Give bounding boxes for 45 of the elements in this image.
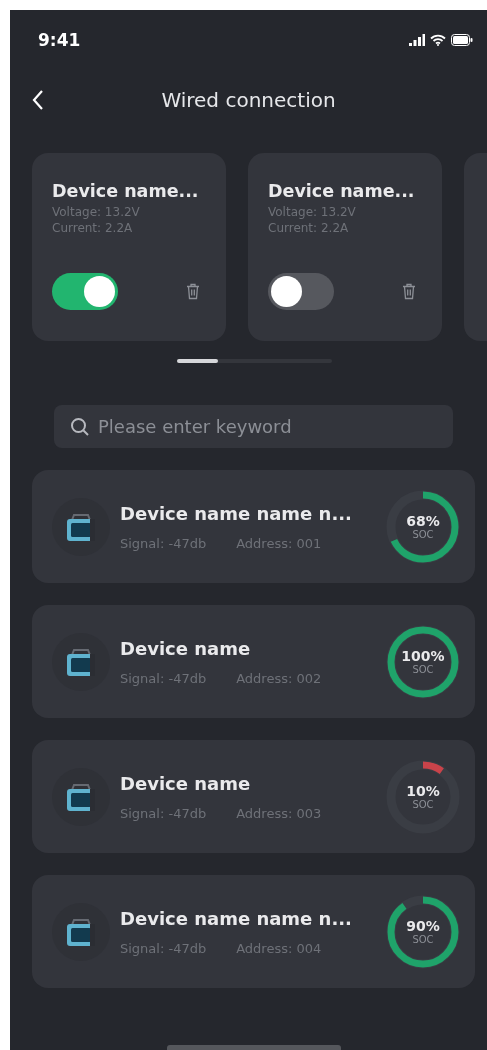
current-text: Current: 2.2A bbox=[52, 221, 134, 235]
battery-icon bbox=[451, 34, 473, 46]
back-button[interactable] bbox=[32, 89, 44, 111]
soc-label: SOC bbox=[412, 799, 434, 810]
address-text: Address: 002 bbox=[236, 670, 322, 686]
device-name: Device name name n... bbox=[120, 907, 353, 929]
device-name: Device name bbox=[120, 772, 252, 794]
device-name: Device name... bbox=[52, 181, 200, 201]
soc-percent: 90% bbox=[406, 918, 440, 934]
soc-label: SOC bbox=[412, 529, 434, 540]
signal-text: Signal: -47db bbox=[120, 940, 207, 956]
device-row[interactable]: Device name Signal: -47db Address: 003 10% SOC bbox=[32, 740, 475, 853]
status-time: 9:41 bbox=[38, 30, 81, 50]
signal-icon bbox=[409, 34, 425, 46]
trash-icon[interactable] bbox=[402, 283, 416, 300]
signal-text: Signal: -47db bbox=[120, 805, 207, 821]
address-text: Address: 001 bbox=[236, 535, 322, 551]
power-toggle[interactable] bbox=[268, 273, 334, 310]
address-text: Address: 003 bbox=[236, 805, 322, 821]
wifi-icon bbox=[430, 34, 446, 46]
soc-percent: 10% bbox=[406, 783, 440, 799]
battery-device-icon bbox=[52, 902, 110, 961]
device-row[interactable]: Device name name n... Signal: -47db Address: 001 68% SOC bbox=[32, 470, 475, 583]
signal-text: Signal: -47db bbox=[120, 670, 207, 686]
soc-percent: 68% bbox=[406, 513, 440, 529]
voltage-text: Voltage: 13.2V bbox=[268, 205, 357, 219]
soc-label: SOC bbox=[412, 664, 434, 675]
current-text: Current: 2.2A bbox=[268, 221, 350, 235]
page-title: Wired connection bbox=[160, 88, 337, 112]
power-toggle[interactable] bbox=[52, 273, 118, 310]
search-field[interactable]: Please enter keyword bbox=[54, 405, 453, 448]
trash-icon[interactable] bbox=[186, 283, 200, 300]
device-name: Device name name n... bbox=[120, 502, 353, 524]
device-name: Device name... bbox=[268, 181, 416, 201]
address-text: Address: 004 bbox=[236, 940, 322, 956]
device-row[interactable]: Device name name n... Signal: -47db Address: 004 90% SOC bbox=[32, 875, 475, 988]
device-row[interactable]: Device name Signal: -47db Address: 002 100% SOC bbox=[32, 605, 475, 718]
battery-device-icon bbox=[52, 767, 110, 826]
soc-label: SOC bbox=[412, 934, 434, 945]
battery-device-icon bbox=[52, 497, 110, 556]
voltage-text: Voltage: 13.2V bbox=[52, 205, 141, 219]
soc-percent: 100% bbox=[401, 648, 445, 664]
battery-device-icon bbox=[52, 632, 110, 691]
device-name: Device name bbox=[120, 637, 252, 659]
signal-text: Signal: -47db bbox=[120, 535, 207, 551]
